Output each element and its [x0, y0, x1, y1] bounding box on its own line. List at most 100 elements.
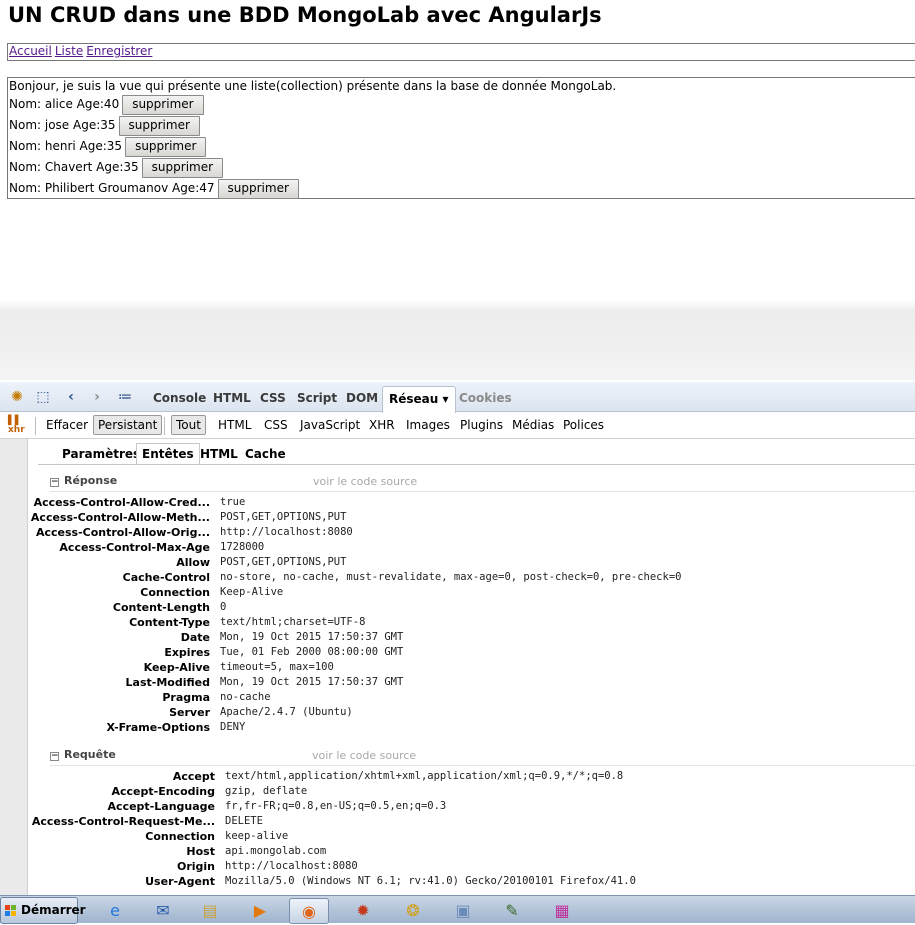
person-text: Nom: Chavert Age:35 — [9, 160, 139, 174]
header-value: 1728000 — [220, 541, 265, 553]
header-row: Host api.mongolab.com — [28, 844, 915, 859]
header-name: X-Frame-Options — [106, 721, 211, 734]
header-row: Accept text/html,application/xhtml+xml,ap… — [28, 769, 915, 784]
header-name: Accept-Encoding — [111, 785, 216, 798]
explorer-icon[interactable]: ▤ — [190, 898, 230, 924]
person-text: Nom: Philibert Groumanov Age:47 — [9, 181, 215, 195]
network-icon[interactable]: ▣ — [443, 898, 483, 924]
delete-button[interactable]: supprimer — [118, 115, 200, 136]
delete-button[interactable]: supprimer — [141, 157, 224, 178]
header-value: no-store, no-cache, must-revalidate, max… — [220, 571, 682, 583]
editor-icon[interactable]: ✎ — [492, 898, 532, 924]
ie-icon[interactable]: e — [95, 898, 135, 924]
filter-all[interactable]: Tout — [171, 415, 206, 435]
header-name: Accept — [172, 770, 215, 783]
header-value: DELETE — [225, 815, 263, 827]
header-value: api.mongolab.com — [225, 845, 327, 857]
header-name: Connection — [140, 586, 210, 599]
firebug-panel: ✺ ⬚ ‹ › ≔ Console HTML CSS Script DOM Ré… — [0, 382, 915, 895]
header-value: 0 — [220, 601, 227, 613]
header-row: User-Agent Mozilla/5.0 (Windows NT 6.1; r… — [28, 874, 915, 889]
filter-xhr[interactable]: XHR — [369, 418, 395, 432]
net-icon-label: xhr — [8, 425, 25, 435]
app2-icon[interactable]: ❂ — [393, 898, 433, 924]
filter-medias[interactable]: Médias — [512, 418, 554, 432]
view-source-link[interactable]: voir le code source — [313, 475, 417, 488]
collapse-icon[interactable]: − — [50, 478, 59, 487]
header-name: Last-Modified — [125, 676, 210, 689]
delete-button[interactable]: supprimer — [122, 94, 204, 115]
delete-button[interactable]: supprimer — [217, 178, 299, 199]
filter-polices[interactable]: Polices — [563, 418, 604, 432]
media-player-icon[interactable]: ▶ — [240, 898, 280, 924]
start-button[interactable]: Démarrer — [0, 897, 86, 924]
command-line-icon[interactable]: ≔ — [116, 389, 134, 405]
app-icon[interactable]: ✹ — [343, 898, 383, 924]
header-value: Keep-Alive — [220, 586, 284, 598]
header-row: Keep-Alive timeout=5, max=100 — [28, 660, 915, 675]
request-section-header[interactable]: − Requête — [50, 748, 116, 761]
header-name: Origin — [176, 860, 215, 873]
header-name: Connection — [145, 830, 215, 843]
header-value: POST,GET,OPTIONS,PUT — [220, 511, 347, 523]
header-row: Pragma no-cache — [28, 690, 915, 705]
tab-console[interactable]: Console — [153, 391, 206, 405]
tab-cache[interactable]: Cache — [245, 447, 286, 461]
header-row: Accept-Encoding gzip, deflate — [28, 784, 915, 799]
filter-plugins[interactable]: Plugins — [460, 418, 503, 432]
firebug-bug-icon[interactable]: ✺ — [8, 389, 26, 405]
toolbar-separator — [35, 417, 36, 435]
nav-link-accueil[interactable]: Accueil — [9, 44, 52, 58]
tab-script[interactable]: Script — [297, 391, 337, 405]
view-source-link[interactable]: voir le code source — [312, 749, 416, 762]
header-value: text/html,application/xhtml+xml,applicat… — [225, 770, 624, 782]
header-value: http://localhost:8080 — [220, 526, 353, 538]
filter-html[interactable]: HTML — [218, 418, 251, 432]
nav-link-liste[interactable]: Liste — [55, 44, 83, 58]
header-row: Access-Control-Request-Me... DELETE — [28, 814, 915, 829]
inspect-icon[interactable]: ⬚ — [34, 389, 52, 405]
forward-arrow-icon[interactable]: › — [88, 389, 106, 405]
tab-request-html[interactable]: HTML — [200, 447, 238, 461]
filter-css[interactable]: CSS — [264, 418, 288, 432]
page-title: UN CRUD dans une BDD MongoLab avec Angul… — [8, 3, 602, 27]
header-name: Date — [180, 631, 210, 644]
back-arrow-icon[interactable]: ‹ — [62, 389, 80, 405]
thunderbird-icon[interactable]: ✉ — [143, 898, 183, 924]
header-name: Server — [169, 706, 210, 719]
tab-reseau[interactable]: Réseau ▾ — [382, 386, 456, 413]
filter-images[interactable]: Images — [406, 418, 450, 432]
net-panel-icon[interactable]: ▌▌ xhr — [8, 417, 25, 435]
request-detail: Paramètres Entêtes HTML Cache − Réponse v… — [28, 439, 915, 895]
response-section-header[interactable]: − Réponse — [50, 474, 117, 487]
firefox-icon[interactable]: ◉ — [289, 898, 329, 924]
clear-button[interactable]: Effacer — [46, 418, 88, 432]
header-row: Access-Control-Allow-Cred... true — [28, 495, 915, 510]
header-row: X-Frame-Options DENY — [28, 720, 915, 735]
header-row: Access-Control-Allow-Meth... POST,GET,OPT… — [28, 510, 915, 525]
header-row: Access-Control-Max-Age 1728000 — [28, 540, 915, 555]
persist-button[interactable]: Persistant — [93, 415, 163, 435]
header-row: Expires Tue, 01 Feb 2000 08:00:00 GMT — [28, 645, 915, 660]
filter-javascript[interactable]: JavaScript — [300, 418, 360, 432]
list-item: Nom: henri Age:35 supprimer — [9, 136, 915, 157]
nav-link-enregistrer[interactable]: Enregistrer — [86, 44, 152, 58]
tab-parametres[interactable]: Paramètres — [62, 447, 140, 461]
tabs-divider — [38, 464, 915, 465]
tab-dom[interactable]: DOM — [346, 391, 378, 405]
image-viewer-icon[interactable]: ▦ — [542, 898, 582, 924]
header-name: Access-Control-Allow-Meth... — [30, 511, 210, 524]
list-view: Bonjour, je suis la vue qui présente une… — [7, 77, 915, 199]
tab-html[interactable]: HTML — [213, 391, 251, 405]
tab-cookies[interactable]: Cookies — [459, 391, 512, 405]
delete-button[interactable]: supprimer — [125, 136, 207, 157]
header-value: true — [220, 496, 246, 508]
tab-css[interactable]: CSS — [260, 391, 286, 405]
tab-entetes[interactable]: Entêtes — [136, 443, 200, 465]
header-value: Mon, 19 Oct 2015 17:50:37 GMT — [220, 631, 404, 643]
firebug-main-toolbar: ✺ ⬚ ‹ › ≔ Console HTML CSS Script DOM Ré… — [0, 382, 915, 413]
request-title: Requête — [64, 748, 116, 761]
start-label: Démarrer — [21, 903, 86, 917]
collapse-icon[interactable]: − — [50, 752, 59, 761]
net-toolbar: ▌▌ xhr Effacer Persistant Tout HTML CSS J… — [0, 413, 915, 439]
